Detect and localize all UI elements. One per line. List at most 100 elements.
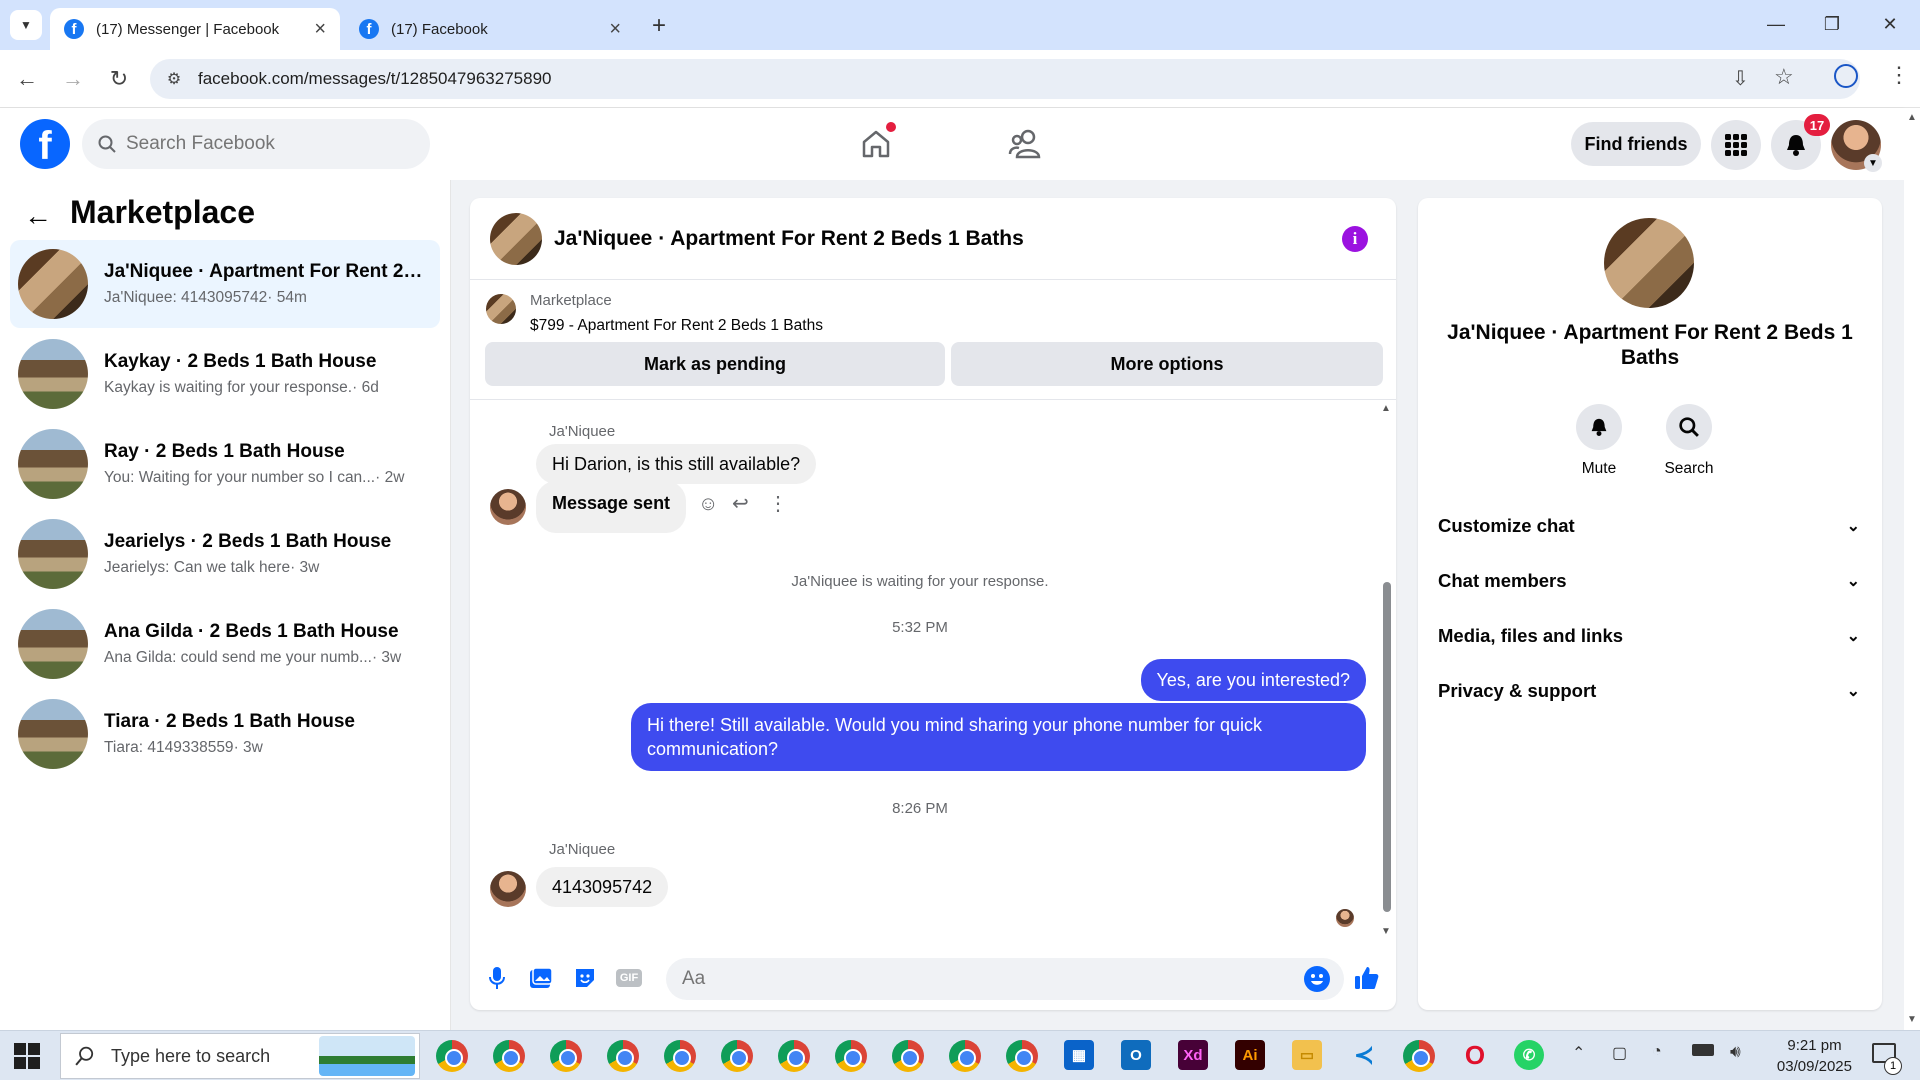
chrome-taskbar-icon[interactable]	[949, 1040, 981, 1072]
bookmark-star-icon[interactable]: ☆	[1774, 64, 1794, 90]
facebook-logo-icon[interactable]: f	[20, 119, 70, 169]
reply-icon[interactable]: ↩	[732, 491, 749, 516]
browser-tab-strip: ▼ f (17) Messenger | Facebook × f (17) F…	[0, 0, 1920, 50]
chrome-taskbar-icon[interactable]	[1006, 1040, 1038, 1072]
search-in-chat-button[interactable]: Search	[1654, 404, 1724, 478]
address-bar[interactable]: ⚙ facebook.com/messages/t/12850479632758…	[150, 59, 1860, 99]
chrome-taskbar-icon[interactable]	[607, 1040, 639, 1072]
conversation-item[interactable]: Ray · 2 Beds 1 Bath House You: Waiting f…	[10, 420, 440, 508]
voice-clip-button[interactable]	[482, 963, 512, 993]
sticker-button[interactable]	[570, 963, 600, 993]
forward-button[interactable]: →	[58, 64, 88, 94]
conversation-item[interactable]: Tiara · 2 Beds 1 Bath House Tiara: 41493…	[10, 690, 440, 778]
tab-messenger[interactable]: f (17) Messenger | Facebook ×	[50, 8, 340, 50]
chrome-taskbar-icon[interactable]	[778, 1040, 810, 1072]
taskbar-clock[interactable]: 9:21 pm 03/09/2025	[1777, 1035, 1852, 1077]
chat-avatar[interactable]	[490, 212, 542, 265]
chrome-taskbar-icon[interactable]	[493, 1040, 525, 1072]
conversation-time: · 3w	[371, 649, 402, 666]
conversation-item[interactable]: Ja'Niquee · Apartment For Rent 2 ... Ja'…	[10, 240, 440, 328]
close-window-button[interactable]: ✕	[1862, 8, 1918, 40]
info-avatar[interactable]	[1604, 218, 1694, 308]
reload-button[interactable]: ↻	[104, 64, 134, 94]
battery-icon[interactable]	[1692, 1044, 1714, 1056]
volume-icon[interactable]: 🔊︎	[1730, 1042, 1741, 1062]
back-button[interactable]: ←	[12, 64, 42, 94]
adobe-illustrator-icon[interactable]: Ai	[1235, 1040, 1265, 1070]
browser-menu-icon[interactable]: ⋮	[1888, 62, 1910, 88]
privacy-support-section[interactable]: Privacy & support ⌄	[1438, 671, 1868, 711]
outlook-icon[interactable]: O	[1121, 1040, 1151, 1070]
microsoft-store-icon[interactable]: ▦	[1064, 1040, 1094, 1070]
mark-as-pending-button[interactable]: Mark as pending	[485, 342, 945, 386]
find-friends-button[interactable]: Find friends	[1571, 122, 1701, 166]
scroll-down-arrow-icon[interactable]: ▼	[1907, 1014, 1917, 1025]
windows-start-icon[interactable]	[14, 1043, 40, 1069]
conversation-item[interactable]: Kaykay · 2 Beds 1 Bath House Kaykay is w…	[10, 330, 440, 418]
more-options-button[interactable]: More options	[951, 342, 1383, 386]
tab-facebook[interactable]: f (17) Facebook ×	[345, 8, 635, 50]
outgoing-message[interactable]: Yes, are you interested?	[1140, 659, 1366, 701]
chat-scroll-thumb[interactable]	[1383, 582, 1391, 912]
info-icon[interactable]: i	[1342, 226, 1368, 252]
chat-scrollbar[interactable]: ▲ ▼	[1380, 401, 1392, 941]
site-info-icon[interactable]: ⚙	[150, 69, 198, 89]
friends-nav-button[interactable]	[1005, 124, 1045, 164]
scroll-up-arrow-icon[interactable]: ▲	[1907, 112, 1917, 123]
sender-avatar[interactable]	[490, 489, 526, 525]
incoming-message[interactable]: 4143095742	[536, 867, 669, 907]
scroll-up-arrow-icon[interactable]: ▲	[1381, 403, 1391, 414]
more-actions-icon[interactable]: ⋮	[768, 491, 788, 516]
restore-button[interactable]: ❐	[1804, 8, 1860, 40]
media-files-links-section[interactable]: Media, files and links ⌄	[1438, 616, 1868, 656]
minimize-button[interactable]: —	[1748, 8, 1804, 40]
vscode-icon[interactable]: ≺	[1349, 1040, 1379, 1070]
chrome-taskbar-icon[interactable]	[892, 1040, 924, 1072]
facebook-search-box[interactable]	[82, 119, 430, 169]
message-input-box[interactable]	[666, 958, 1344, 1000]
chrome-taskbar-icon[interactable]	[550, 1040, 582, 1072]
opera-icon[interactable]: O	[1460, 1040, 1490, 1070]
gif-button[interactable]: GIF	[614, 963, 644, 993]
sender-avatar[interactable]	[490, 871, 526, 907]
chrome-taskbar-icon[interactable]	[721, 1040, 753, 1072]
chrome-taskbar-icon[interactable]	[1403, 1040, 1435, 1072]
new-tab-button[interactable]: +	[652, 12, 666, 40]
page-scrollbar[interactable]: ▲ ▼	[1904, 108, 1920, 1030]
file-explorer-icon[interactable]: ▭	[1292, 1040, 1322, 1070]
menu-button[interactable]	[1711, 120, 1761, 170]
show-hidden-icons-icon[interactable]: ⌃	[1572, 1043, 1585, 1063]
chat-title[interactable]: Ja'Niquee · Apartment For Rent 2 Beds 1 …	[554, 227, 1024, 251]
react-emoji-icon[interactable]: ☺	[698, 493, 718, 516]
incoming-message[interactable]: Hi Darion, is this still available?	[536, 444, 817, 484]
chat-members-section[interactable]: Chat members ⌄	[1438, 561, 1868, 601]
outgoing-message[interactable]: Hi there! Still available. Would you min…	[631, 703, 1366, 771]
listing-title[interactable]: $799 - Apartment For Rent 2 Beds 1 Baths	[530, 317, 823, 335]
emoji-icon[interactable]	[1304, 966, 1330, 992]
attach-photo-button[interactable]	[526, 963, 556, 993]
taskbar-search-box[interactable]: Type here to search	[60, 1033, 420, 1079]
search-input[interactable]	[126, 133, 406, 155]
message-input[interactable]	[682, 968, 1282, 990]
chrome-taskbar-icon[interactable]	[664, 1040, 696, 1072]
conversation-item[interactable]: Jearielys · 2 Beds 1 Bath House Jeariely…	[10, 510, 440, 598]
meet-now-icon[interactable]: ▢	[1612, 1043, 1627, 1063]
customize-chat-section[interactable]: Customize chat ⌄	[1438, 506, 1868, 546]
mute-button[interactable]: Mute	[1564, 404, 1634, 478]
scroll-down-arrow-icon[interactable]: ▼	[1381, 926, 1391, 937]
chrome-taskbar-icon[interactable]	[436, 1040, 468, 1072]
home-nav-button[interactable]	[856, 122, 896, 164]
adobe-xd-icon[interactable]: Xd	[1178, 1040, 1208, 1070]
chrome-taskbar-icon[interactable]	[835, 1040, 867, 1072]
incoming-message[interactable]: Message sent	[536, 481, 687, 533]
send-like-button[interactable]	[1352, 963, 1382, 993]
back-arrow-icon[interactable]: ←	[24, 200, 52, 232]
install-app-icon[interactable]: ⇩	[1732, 66, 1749, 91]
profile-icon[interactable]	[1834, 64, 1858, 88]
conversation-item[interactable]: Ana Gilda · 2 Beds 1 Bath House Ana Gild…	[10, 600, 440, 688]
close-tab-icon[interactable]: ×	[609, 18, 621, 41]
tab-search-button[interactable]: ▼	[10, 10, 42, 40]
close-tab-icon[interactable]: ×	[314, 18, 326, 41]
whatsapp-icon[interactable]: ✆	[1514, 1040, 1544, 1070]
wifi-icon[interactable]: ◔	[1652, 1043, 1662, 1061]
